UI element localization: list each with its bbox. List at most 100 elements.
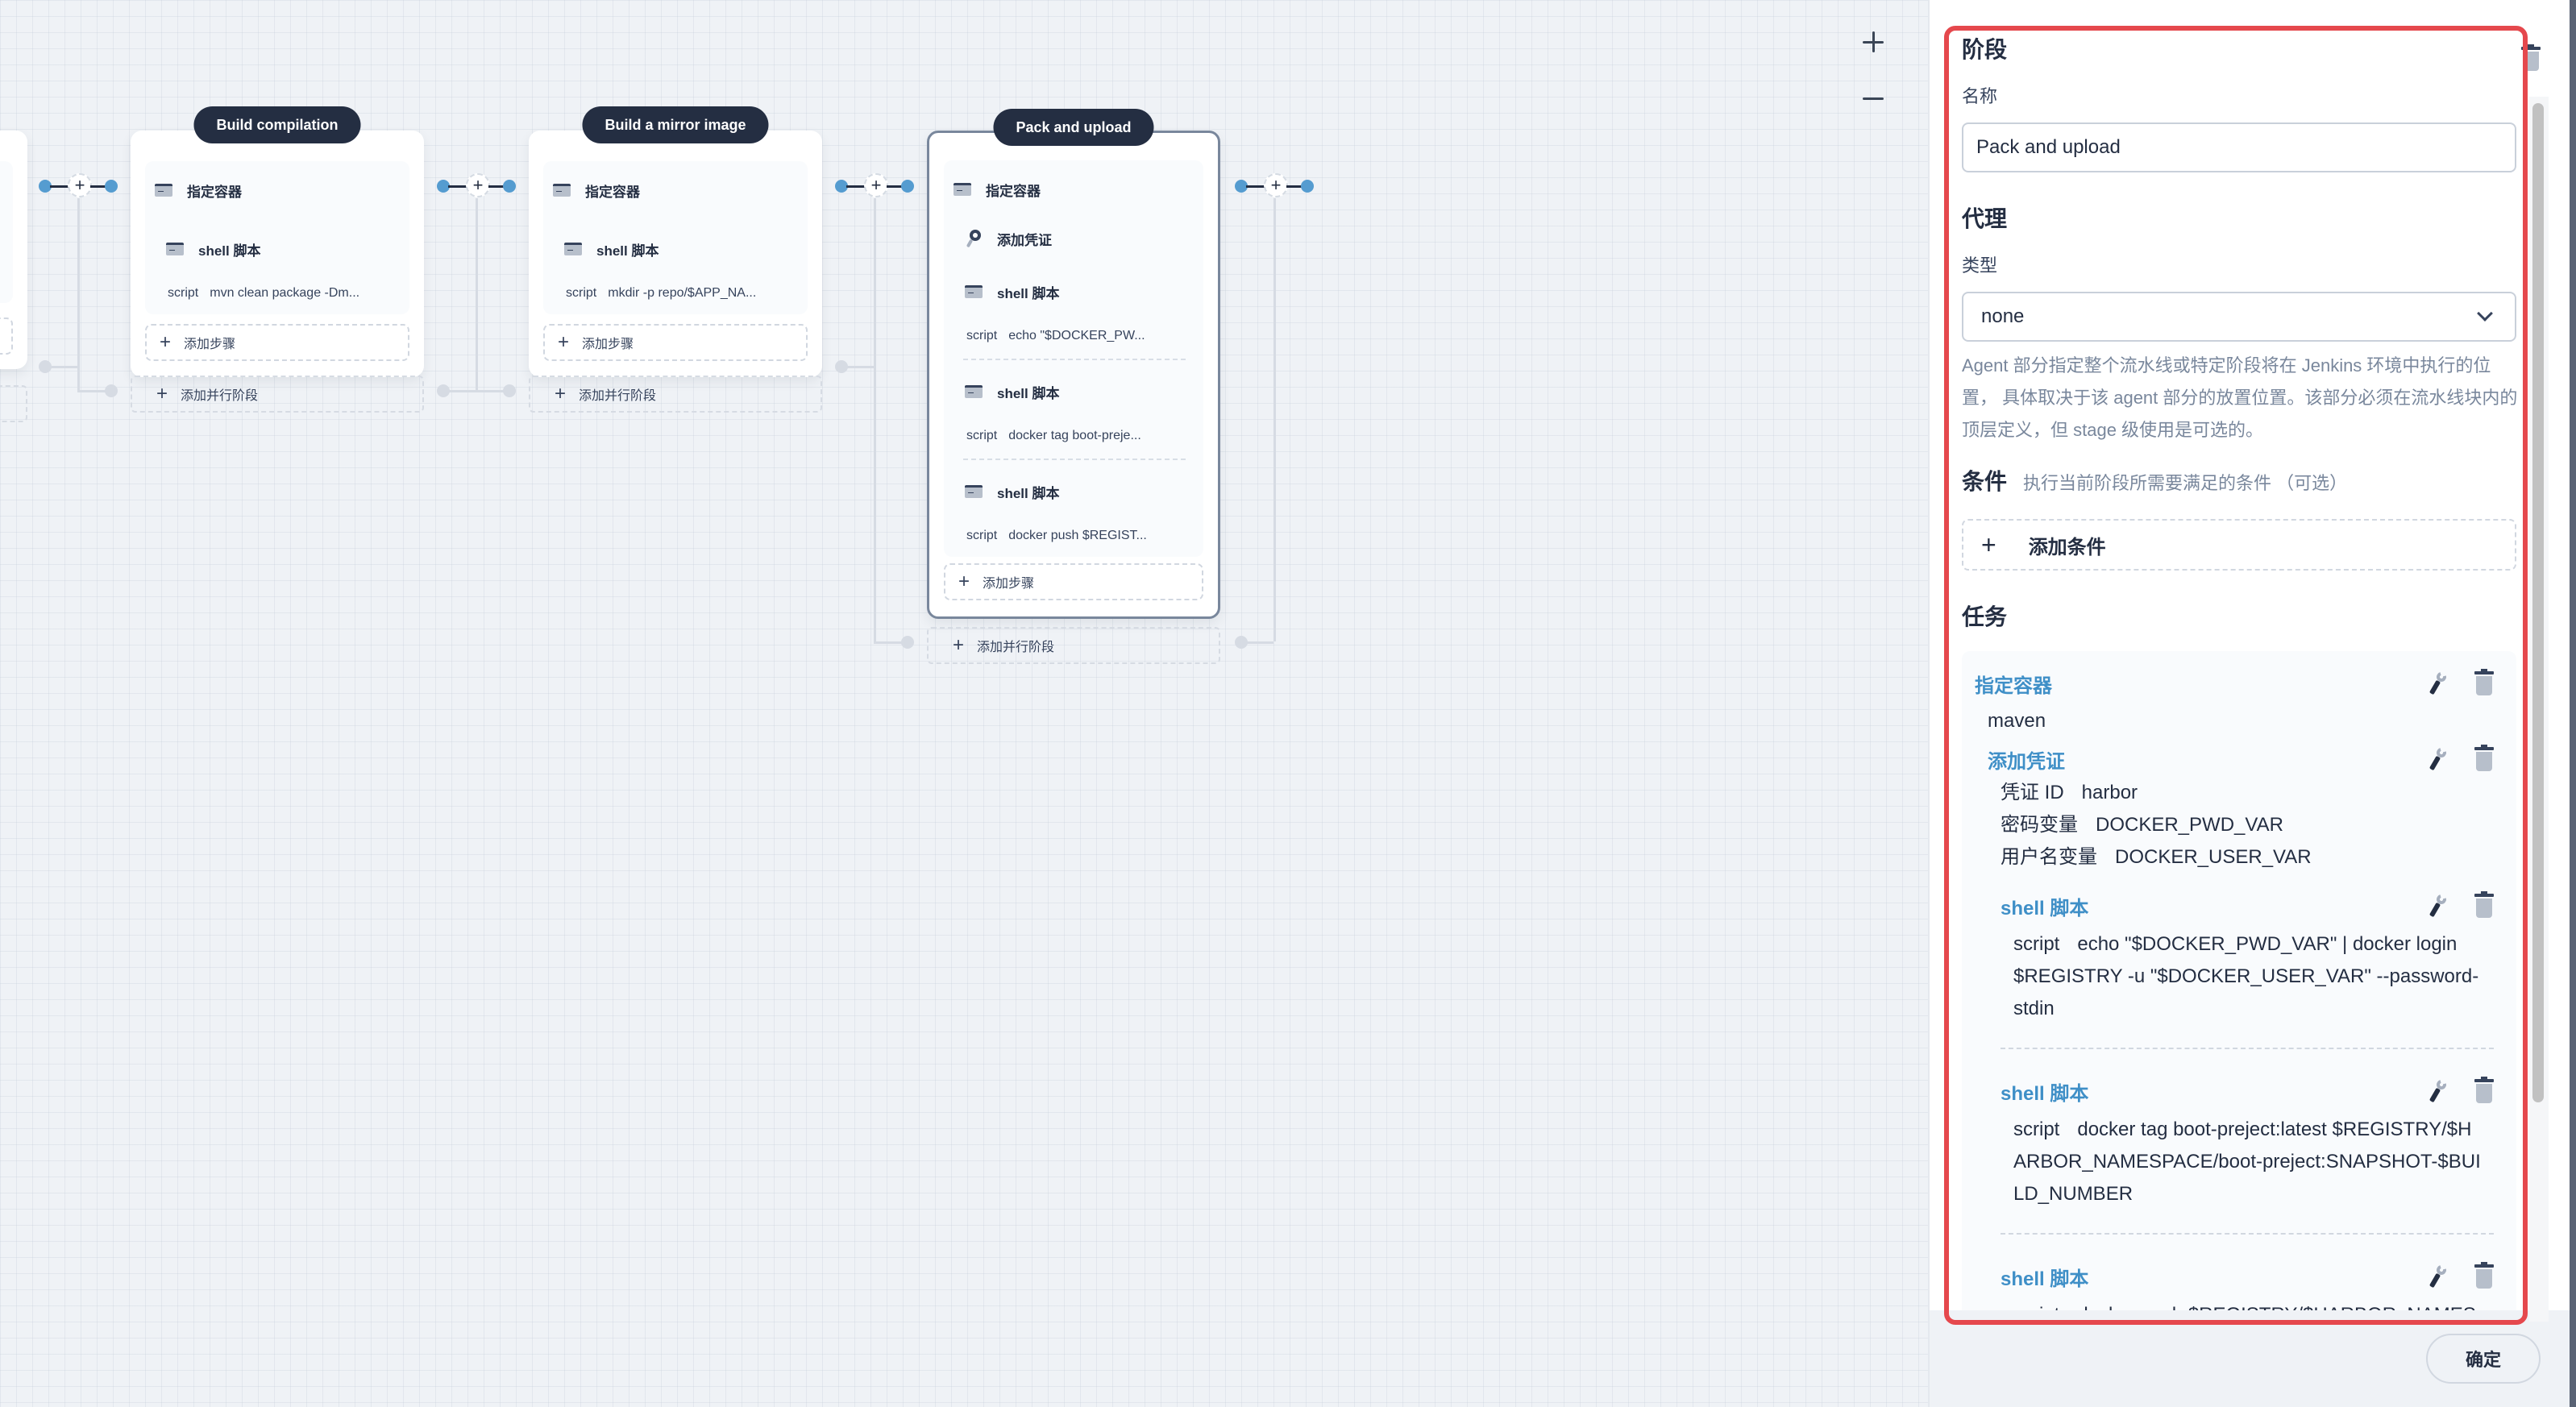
task-container: 指定容器 <box>1975 666 2503 701</box>
agent-section-title: 代理 <box>1962 206 2008 231</box>
connector-dot <box>1301 180 1314 193</box>
add-step-button[interactable]: + 添加步骤 <box>145 324 409 361</box>
plus-icon: + <box>958 571 970 592</box>
add-step-button[interactable]: + 添加步骤 <box>543 324 808 361</box>
step-shell[interactable]: shell 脚本 <box>944 265 1203 318</box>
stage-build-mirror-image[interactable]: Build a mirror image 指定容器 shell 脚本 scrip… <box>529 106 822 377</box>
terminal-icon <box>965 485 983 498</box>
branch-dot <box>437 384 450 397</box>
task-shell: shell 脚本 <box>2001 888 2503 923</box>
trash-icon[interactable] <box>2474 1077 2494 1103</box>
step-shell[interactable]: shell 脚本 <box>944 365 1203 418</box>
step-shell[interactable]: shell 脚本 <box>543 222 808 276</box>
step-container[interactable]: 指定容器 <box>944 167 1203 212</box>
stage-connector: + <box>835 173 916 199</box>
add-parallel-stage-button[interactable]: + 添加并行阶段 <box>131 376 424 413</box>
pipeline-canvas[interactable]: + Build compilation 指定容器 shell 脚本 script… <box>0 0 1928 1407</box>
stage-connector: + <box>1235 173 1315 199</box>
credential-field: 用户名变量 DOCKER_USER_VAR <box>2001 846 2312 868</box>
terminal-icon <box>954 183 971 196</box>
agent-type-select[interactable]: none <box>1962 292 2516 342</box>
wrench-icon[interactable] <box>2428 892 2450 918</box>
zoom-in-button[interactable] <box>1854 23 1893 61</box>
insert-stage-button[interactable]: + <box>68 173 92 197</box>
terminal-icon <box>965 285 983 298</box>
insert-stage-button[interactable]: + <box>1264 173 1288 197</box>
add-parallel-stage-button[interactable]: + 添加并行阶段 <box>927 627 1220 664</box>
branch-dot <box>901 636 914 649</box>
insert-stage-button[interactable]: + <box>466 173 490 197</box>
connector-dot <box>503 180 516 193</box>
credential-field: 凭证 ID harbor <box>2001 782 2138 803</box>
terminal-icon <box>166 243 184 255</box>
plus-icon: + <box>160 331 172 353</box>
step-divider <box>963 459 1186 460</box>
step-shell[interactable]: shell 脚本 <box>145 222 409 276</box>
stage-title[interactable]: Pack and upload <box>993 109 1154 146</box>
wrench-icon[interactable] <box>2428 1263 2450 1289</box>
branch-dot <box>835 360 848 373</box>
trash-icon[interactable] <box>2474 891 2494 918</box>
stage-card-partial[interactable] <box>0 131 27 369</box>
task-divider <box>2001 1048 2494 1049</box>
add-condition-button[interactable]: + 添加条件 <box>1962 519 2516 571</box>
step-credential[interactable]: 添加凭证 <box>944 212 1203 265</box>
terminal-icon <box>155 184 172 197</box>
branch-dot <box>503 384 516 397</box>
plus-icon: + <box>1981 529 1996 559</box>
connector-dot <box>901 180 914 193</box>
stage-section-title: 阶段 <box>1962 37 2008 62</box>
stage-title[interactable]: Build a mirror image <box>582 106 769 143</box>
task-credential: 添加凭证 <box>1988 741 2503 777</box>
step-script-preview: script echo "$DOCKER_PW... <box>966 329 1145 342</box>
insert-stage-button[interactable]: + <box>864 173 888 197</box>
step-container[interactable]: 指定容器 <box>145 168 409 213</box>
step-container[interactable]: 指定容器 <box>543 168 808 213</box>
drawer-scrollbar[interactable] <box>2529 97 2549 1322</box>
scrollbar-thumb[interactable] <box>2532 103 2544 1102</box>
task-shell: shell 脚本 <box>2001 1259 2503 1294</box>
name-label: 名称 <box>1962 86 1998 106</box>
stage-edit-drawer: 阶段 名称 代理 类型 none Agent 部分指定整个流水线或特定阶段将在 … <box>1928 0 2576 1407</box>
agent-description: Agent 部分指定整个流水线或特定阶段将在 Jenkins 环境中执行的位置，… <box>1962 355 2518 440</box>
branch-dot <box>39 360 52 373</box>
drawer-content[interactable]: 阶段 名称 代理 类型 none Agent 部分指定整个流水线或特定阶段将在 … <box>1930 0 2542 1310</box>
trash-icon[interactable] <box>2474 669 2494 695</box>
plus-icon: + <box>156 383 168 405</box>
task-shell: shell 脚本 <box>2001 1073 2503 1109</box>
stage-build-compilation[interactable]: Build compilation 指定容器 shell 脚本 script mv… <box>131 106 424 377</box>
drawer-footer: 确定 <box>1930 1310 2576 1407</box>
delete-stage-icon[interactable] <box>2521 44 2541 71</box>
condition-hint: 执行当前阶段所需要满足的条件 （可选） <box>2023 473 2348 493</box>
plus-icon: + <box>558 331 570 353</box>
type-label: 类型 <box>1962 255 1998 276</box>
confirm-button[interactable]: 确定 <box>2426 1334 2541 1384</box>
step-shell[interactable]: shell 脚本 <box>944 465 1203 518</box>
step-script-preview: script docker push $REGIST... <box>966 529 1147 542</box>
shell-script: scriptdocker push $REGISTRY/$HARBOR_NAME… <box>2001 1294 2503 1310</box>
add-parallel-stage-partial[interactable] <box>0 385 27 422</box>
step-script-preview: script mvn clean package -Dm... <box>168 286 360 300</box>
wrench-icon[interactable] <box>2428 745 2450 771</box>
add-parallel-stage-button[interactable]: + 添加并行阶段 <box>529 376 822 413</box>
terminal-icon <box>553 184 571 197</box>
trash-icon[interactable] <box>2474 745 2494 771</box>
container-value: maven <box>1988 710 2046 732</box>
zoom-out-button[interactable] <box>1854 79 1893 118</box>
wrench-icon[interactable] <box>2428 670 2450 695</box>
plus-icon: + <box>555 383 567 405</box>
stage-name-input[interactable] <box>1962 122 2516 172</box>
stage-title[interactable]: Build compilation <box>193 106 361 143</box>
plus-icon: + <box>953 634 965 656</box>
shell-script: script docker tag boot-preject:latest $RE… <box>2013 1119 2481 1205</box>
tasks-section-title: 任务 <box>1962 604 2008 629</box>
task-divider <box>2001 1233 2494 1235</box>
task-list: 指定容器 maven 添加凭证 凭证 ID harbor 密码变量 DOCKER_P… <box>1962 651 2516 1310</box>
stage-connector: + <box>437 173 517 199</box>
shell-script: script echo "$DOCKER_PWD_VAR" | docker lo… <box>2013 933 2479 1019</box>
trash-icon[interactable] <box>2474 1262 2494 1289</box>
step-script-preview: script docker tag boot-preje... <box>966 429 1141 442</box>
stage-pack-and-upload[interactable]: Pack and upload 指定容器 添加凭证 shell 脚本 scrip… <box>927 109 1220 619</box>
wrench-icon[interactable] <box>2428 1077 2450 1103</box>
add-step-button[interactable]: + 添加步骤 <box>944 563 1203 600</box>
